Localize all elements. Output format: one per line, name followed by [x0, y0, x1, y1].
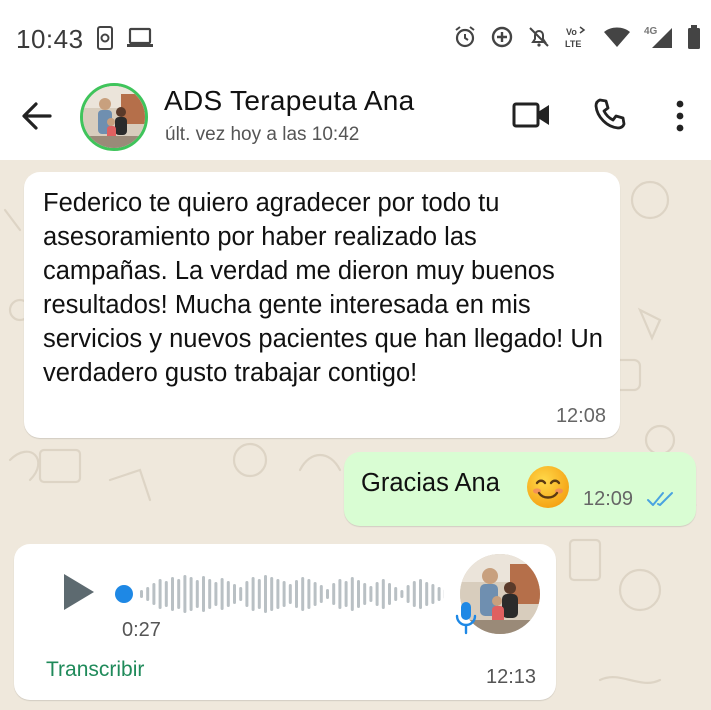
waveform-bar	[388, 583, 391, 605]
svg-text:4G: 4G	[644, 26, 658, 37]
svg-text:LTE: LTE	[565, 39, 581, 49]
waveform-bar	[202, 576, 205, 612]
waveform-bar	[437, 587, 441, 601]
wifi-icon	[603, 26, 631, 48]
message-text: Gracias Ana	[361, 469, 500, 497]
waveform-bar	[295, 580, 298, 608]
data-saver-icon	[490, 25, 514, 49]
playback-position-dot	[115, 585, 133, 603]
waveform-bar	[233, 584, 236, 604]
waveform-bar	[140, 590, 143, 598]
waveform-bar	[338, 579, 342, 609]
waveform-bar	[369, 586, 373, 602]
laptop-icon	[126, 26, 154, 50]
voice-message-bubble[interactable]: 0:27 Transcribir 12:13	[14, 544, 556, 700]
waveform-bar	[394, 587, 398, 601]
waveform-bar	[425, 582, 429, 606]
waveform-bar	[363, 583, 367, 605]
waveform-bar	[412, 581, 416, 607]
video-camera-icon	[512, 102, 549, 128]
waveform-bar	[146, 587, 150, 601]
back-button[interactable]	[20, 100, 54, 132]
waveform-bar	[214, 582, 218, 606]
waveform-bar	[220, 578, 224, 610]
waveform-bar	[164, 581, 168, 607]
phone-icon	[594, 98, 626, 130]
waveform-bar	[226, 581, 230, 607]
waveform-bar	[177, 579, 181, 609]
waveform-bar	[270, 577, 274, 611]
waveform-bar	[158, 579, 162, 609]
waveform-bar	[313, 582, 317, 606]
waveform-bar	[400, 590, 404, 598]
double-check-read-icon	[646, 490, 676, 508]
play-icon	[64, 574, 94, 610]
waveform-bar	[183, 575, 187, 613]
status-bar: 10:43 Vo LTE 4G	[0, 0, 711, 72]
waveform-bar	[171, 577, 174, 611]
waveform-bar	[301, 577, 305, 611]
transcribe-link[interactable]: Transcribir	[46, 658, 144, 682]
waveform-bar	[245, 581, 249, 607]
battery-icon	[687, 24, 701, 50]
message-time: 12:08	[555, 405, 606, 427]
smiling-face-emoji-icon	[525, 464, 571, 510]
arrow-left-icon	[22, 102, 52, 130]
message-text: Federico te quiero agradecer por todo tu…	[43, 189, 603, 387]
waveform-bar	[326, 589, 329, 599]
notifications-off-icon	[527, 25, 551, 49]
more-options-button[interactable]	[672, 98, 688, 134]
message-time: 12:09	[583, 488, 634, 510]
waveform-bar	[208, 579, 212, 609]
volte-icon: Vo LTE	[564, 24, 590, 50]
waveform-bar	[344, 581, 348, 607]
waveform-bar	[375, 582, 379, 606]
waveform-bar	[332, 583, 336, 605]
waveform-bar	[264, 575, 267, 613]
message-bubble-outgoing[interactable]: Gracias Ana 12:09	[344, 452, 696, 526]
waveform-bar	[152, 583, 156, 605]
waveform-bar	[257, 579, 261, 609]
waveform-bar	[319, 585, 323, 603]
video-call-button[interactable]	[512, 100, 552, 130]
phone-sync-icon	[96, 26, 116, 50]
voice-duration: 0:27	[122, 619, 161, 641]
alarm-icon	[453, 25, 477, 49]
cellular-signal-icon: 4G	[644, 24, 674, 50]
waveform-bar	[350, 577, 354, 611]
svg-text:Vo: Vo	[566, 27, 577, 37]
play-button[interactable]	[62, 572, 96, 612]
waveform-bar	[251, 577, 255, 611]
waveform-bar	[357, 580, 360, 608]
voice-call-button[interactable]	[592, 96, 628, 132]
waveform-bar	[195, 580, 199, 608]
kebab-menu-icon	[676, 100, 684, 132]
chat-header: ADS Terapeuta Ana últ. vez hoy a las 10:…	[0, 72, 711, 160]
waveform-bar	[288, 584, 292, 604]
waveform-bar	[276, 579, 280, 609]
waveform-bar	[239, 587, 243, 601]
waveform-bar	[381, 579, 385, 609]
waveform-bar	[189, 577, 193, 611]
waveform-bar	[307, 579, 311, 609]
audio-waveform[interactable]	[114, 566, 444, 622]
waveform-bar	[431, 584, 435, 604]
waveform-bar	[282, 581, 286, 607]
contact-avatar[interactable]	[80, 83, 148, 151]
message-time: 12:13	[486, 666, 537, 688]
contact-name[interactable]: ADS Terapeuta Ana	[164, 85, 415, 117]
microphone-icon	[454, 600, 478, 636]
waveform-bar	[406, 585, 410, 603]
message-bubble-incoming[interactable]: Federico te quiero agradecer por todo tu…	[24, 172, 620, 438]
chat-area[interactable]: Federico te quiero agradecer por todo tu…	[0, 160, 711, 710]
last-seen-status: últ. vez hoy a las 10:42	[165, 124, 360, 145]
waveform-bar	[419, 579, 422, 609]
status-time: 10:43	[16, 24, 84, 54]
